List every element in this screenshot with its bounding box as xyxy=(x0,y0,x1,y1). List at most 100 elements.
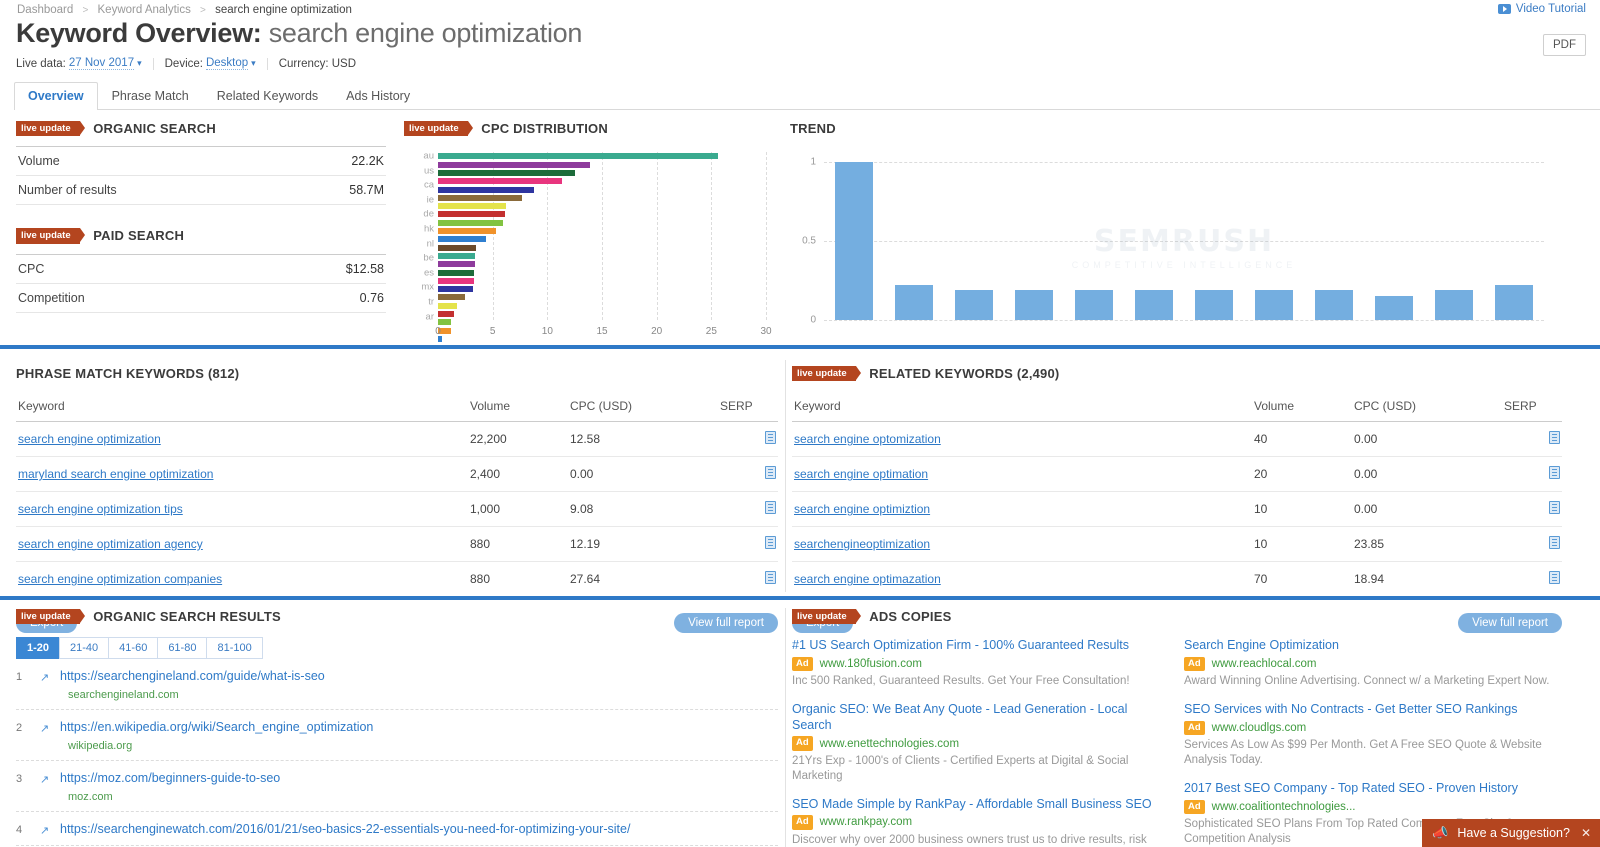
serp-icon[interactable] xyxy=(1549,571,1560,585)
cpc-bar-row xyxy=(438,227,766,235)
table-row: search engine optimiztion 10 0.00 xyxy=(792,491,1562,528)
pager-button-21-40[interactable]: 21-40 xyxy=(59,637,109,660)
chevron-down-icon[interactable]: ▾ xyxy=(137,58,142,69)
list-item: 2 ↗ https://en.wikipedia.org/wiki/Search_e… xyxy=(16,710,778,762)
serp-icon[interactable] xyxy=(1549,431,1560,445)
pager-button-1-20[interactable]: 1-20 xyxy=(16,637,60,660)
keyword-link[interactable]: search engine optomization xyxy=(794,432,941,446)
serp-icon[interactable] xyxy=(765,431,776,445)
cpc-cell: 12.19 xyxy=(568,526,718,563)
ad-url[interactable]: www.rankpay.com xyxy=(820,816,912,828)
column-header-volume[interactable]: Volume xyxy=(1252,395,1352,423)
keyword-link[interactable]: maryland search engine optimization xyxy=(18,467,213,481)
column-header-keyword[interactable]: Keyword xyxy=(16,395,468,423)
volume-cell: 1,000 xyxy=(468,491,568,528)
ad-title[interactable]: Search Engine Optimization xyxy=(1184,638,1562,654)
column-header-keyword[interactable]: Keyword xyxy=(792,395,1252,423)
ad-url-row: Ad www.180fusion.com xyxy=(792,656,1170,672)
metric-label: Volume xyxy=(18,154,60,169)
result-url[interactable]: https://en.wikipedia.org/wiki/Search_eng… xyxy=(60,720,778,734)
keyword-cell: search engine optimization agency xyxy=(16,526,468,563)
result-rank: 2 xyxy=(16,722,23,735)
breadcrumb-item-dashboard[interactable]: Dashboard xyxy=(17,4,73,16)
video-tutorial-link[interactable]: Video Tutorial xyxy=(1497,3,1586,15)
cpc-bar-row xyxy=(438,202,766,210)
trend-bar xyxy=(1375,295,1413,321)
breadcrumb-item-current: search engine optimization xyxy=(215,4,352,16)
cpc-bar-row xyxy=(438,244,766,252)
ad-title[interactable]: #1 US Search Optimization Firm - 100% Gu… xyxy=(792,638,1170,654)
external-link-icon[interactable]: ↗ xyxy=(40,822,60,837)
video-tutorial-label: Video Tutorial xyxy=(1515,3,1586,15)
keyword-link[interactable]: search engine optimization agency xyxy=(18,537,203,551)
result-domain[interactable]: moz.com xyxy=(68,791,778,803)
ad-title[interactable]: SEO Services with No Contracts - Get Bet… xyxy=(1184,702,1562,718)
ad-description: Inc 500 Ranked, Guaranteed Results. Get … xyxy=(792,675,1130,688)
live-data-value[interactable]: 27 Nov 2017 xyxy=(68,57,135,70)
column-header-cpc[interactable]: CPC (USD) xyxy=(1352,395,1502,423)
serp-icon[interactable] xyxy=(1549,501,1560,515)
cpc-bar xyxy=(438,169,575,176)
keyword-link[interactable]: search engine optimization tips xyxy=(18,502,183,516)
have-a-suggestion-widget[interactable]: 📣 Have a Suggestion? ✕ xyxy=(1422,819,1600,847)
tab-phrase-match[interactable]: Phrase Match xyxy=(98,82,203,110)
pdf-export-button[interactable]: PDF xyxy=(1543,34,1586,56)
related-keywords-title: RELATED KEYWORDS (2,490) xyxy=(869,366,1060,382)
serp-icon[interactable] xyxy=(1549,536,1560,550)
serp-cell xyxy=(718,561,778,598)
chevron-down-icon[interactable]: ▾ xyxy=(251,58,256,69)
tab-ads-history[interactable]: Ads History xyxy=(332,82,424,110)
external-link-icon[interactable]: ↗ xyxy=(40,669,60,701)
serp-icon[interactable] xyxy=(1549,466,1560,480)
result-domain[interactable]: wikipedia.org xyxy=(68,740,778,752)
pager-button-81-100[interactable]: 81-100 xyxy=(206,637,263,660)
cpc-bar xyxy=(438,261,475,268)
serp-icon[interactable] xyxy=(765,501,776,515)
tab-related-keywords[interactable]: Related Keywords xyxy=(203,82,332,110)
ad-title[interactable]: Organic SEO: We Beat Any Quote - Lead Ge… xyxy=(792,702,1170,733)
serp-icon[interactable] xyxy=(765,571,776,585)
ad-url[interactable]: www.enettechnologies.com xyxy=(820,738,959,750)
external-link-icon[interactable]: ↗ xyxy=(40,720,60,752)
volume-cell: 880 xyxy=(468,561,568,598)
metric-value: 58.7M xyxy=(349,183,384,198)
external-link-icon[interactable]: ↗ xyxy=(40,771,60,803)
keyword-link[interactable]: searchengineoptimization xyxy=(794,537,930,551)
result-url[interactable]: https://moz.com/beginners-guide-to-seo xyxy=(60,771,778,785)
column-header-serp[interactable]: SERP xyxy=(1502,395,1562,423)
keyword-link[interactable]: search engine optimazation xyxy=(794,572,941,586)
ad-title[interactable]: SEO Made Simple by RankPay - Affordable … xyxy=(792,797,1170,813)
serp-icon[interactable] xyxy=(765,536,776,550)
result-url[interactable]: https://searchengineland.com/guide/what-… xyxy=(60,669,778,683)
result-url[interactable]: https://searchenginewatch.com/2016/01/21… xyxy=(60,822,778,836)
close-icon[interactable]: ✕ xyxy=(1581,826,1591,840)
result-domain[interactable]: searchengineland.com xyxy=(68,689,778,701)
keyword-link[interactable]: search engine optimization xyxy=(18,432,161,446)
pager-button-61-80[interactable]: 61-80 xyxy=(157,637,207,660)
ad-url[interactable]: www.180fusion.com xyxy=(820,658,922,670)
cpc-cell: 0.00 xyxy=(1352,421,1502,458)
device-value[interactable]: Desktop xyxy=(205,57,249,70)
ad-url[interactable]: www.cloudlgs.com xyxy=(1212,722,1307,734)
cpc-distribution-header: live update CPC DISTRIBUTION xyxy=(404,120,774,137)
keyword-link[interactable]: search engine optimiztion xyxy=(794,502,930,516)
vertical-divider xyxy=(785,360,786,592)
cpc-bar xyxy=(438,228,496,235)
keyword-link[interactable]: search engine optimation xyxy=(794,467,928,481)
serp-icon[interactable] xyxy=(765,466,776,480)
ads-copies-title: ADS COPIES xyxy=(869,609,952,625)
column-header-serp[interactable]: SERP xyxy=(718,395,778,423)
volume-cell: 20 xyxy=(1252,456,1352,493)
column-header-cpc[interactable]: CPC (USD) xyxy=(568,395,718,423)
cpc-x-tick-label: 15 xyxy=(596,326,608,338)
ad-copy-item: #1 US Search Optimization Firm - 100% Gu… xyxy=(792,638,1170,689)
breadcrumb-item-keyword-analytics[interactable]: Keyword Analytics xyxy=(98,4,191,16)
ad-url[interactable]: www.coalitiontechnologies... xyxy=(1212,801,1356,813)
ad-url[interactable]: www.reachlocal.com xyxy=(1212,658,1317,670)
keyword-cell: search engine optimiztion xyxy=(792,491,1252,528)
ad-title[interactable]: 2017 Best SEO Company - Top Rated SEO - … xyxy=(1184,781,1562,797)
pager-button-41-60[interactable]: 41-60 xyxy=(108,637,158,660)
tab-overview[interactable]: Overview xyxy=(14,82,98,110)
column-header-volume[interactable]: Volume xyxy=(468,395,568,423)
keyword-link[interactable]: search engine optimization companies xyxy=(18,572,222,586)
